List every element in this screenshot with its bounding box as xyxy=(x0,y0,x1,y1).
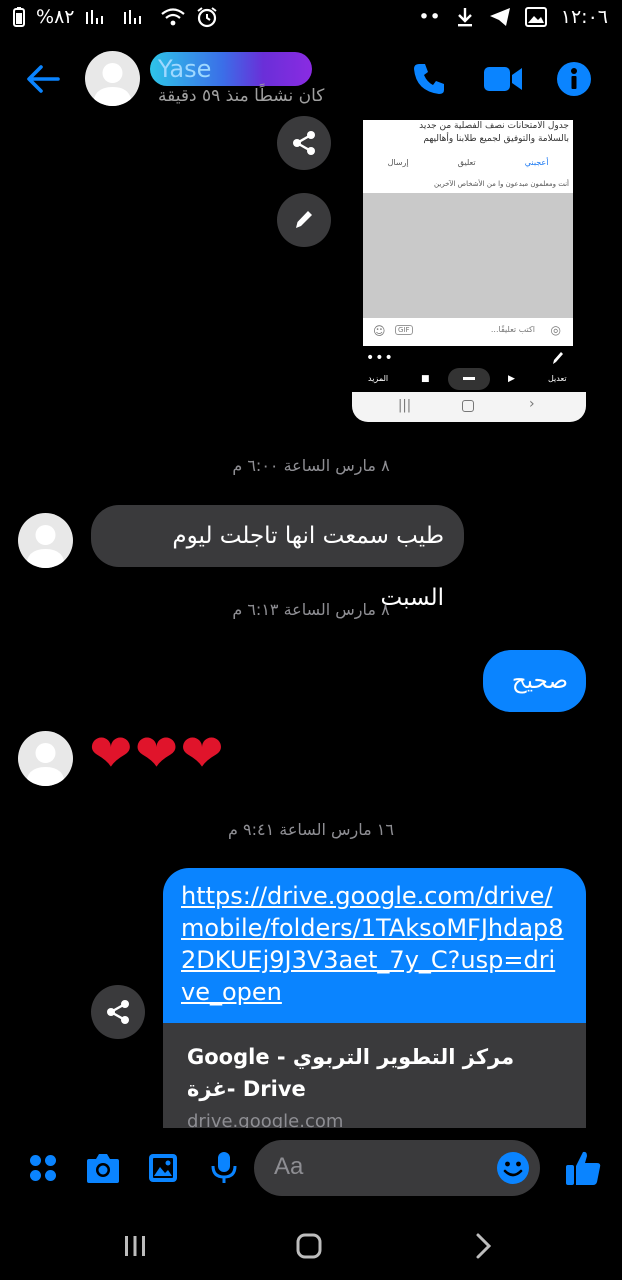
microphone-icon[interactable] xyxy=(210,1150,238,1186)
message-input[interactable]: Aa xyxy=(254,1140,540,1196)
shared-image-actions: أعجبني تعليق إرسال xyxy=(363,158,573,167)
battery-percent: %٨٢ xyxy=(36,6,75,28)
share-icon xyxy=(107,1000,129,1024)
shared-back-icon: › xyxy=(529,396,535,412)
timestamp: ٨ مارس الساعة ٦:١٣ م xyxy=(232,600,390,619)
phone-icon[interactable] xyxy=(410,60,448,98)
like-thumb-icon[interactable] xyxy=(563,1148,603,1188)
contact-avatar[interactable] xyxy=(85,51,140,106)
edit-button[interactable] xyxy=(277,193,331,247)
shared-more-label: المزيد xyxy=(368,374,389,383)
share-link-button[interactable] xyxy=(91,985,145,1039)
sender-avatar[interactable] xyxy=(18,731,73,786)
link-url[interactable]: https://drive.google.com/drive/mobile/fo… xyxy=(181,880,568,1008)
active-status: كان نشطًا منذ ٥٩ دقيقة xyxy=(158,86,325,106)
shared-image-navbar: ||| › xyxy=(352,392,586,422)
apps-icon[interactable] xyxy=(27,1152,59,1184)
shared-image-note: أنت ومعلمون مبدعون وا من الأشخاص الآخرين xyxy=(363,175,573,193)
gallery-icon xyxy=(524,7,547,27)
shared-emoji-icon: ☺ xyxy=(373,324,386,338)
shared-like-label: أعجبني xyxy=(524,158,549,167)
link-url-area[interactable]: https://drive.google.com/drive/mobile/fo… xyxy=(163,868,586,1023)
sender-avatar[interactable] xyxy=(18,513,73,568)
incoming-message[interactable]: طيب سمعت انها تاجلت ليوم السبت xyxy=(91,505,464,611)
shared-camera-icon: ◎ xyxy=(550,323,561,337)
shared-more-icon: ••• xyxy=(366,350,394,366)
shared-home-icon xyxy=(462,400,474,412)
timestamp: ٨ مارس الساعة ٦:٠٠ م xyxy=(232,456,390,475)
shared-comment-placeholder: اكتب تعليقًا... xyxy=(490,325,535,334)
link-preview[interactable]: Google - مركز التطوير التربوي -غزة Drive… xyxy=(163,1023,586,1130)
pencil-icon xyxy=(296,211,312,228)
outgoing-message[interactable]: صحيح xyxy=(483,650,586,712)
shared-pill xyxy=(448,368,490,390)
shared-send-label: إرسال xyxy=(387,158,409,167)
shared-image-blank-area xyxy=(363,193,573,318)
timestamp: ١٦ مارس الساعة ٩:٤١ م xyxy=(228,820,394,839)
battery-icon xyxy=(13,7,25,27)
link-message[interactable]: https://drive.google.com/drive/mobile/fo… xyxy=(163,868,586,1130)
shared-image-comment-box: ☺ GIF اكتب تعليقًا... ◎ xyxy=(363,318,573,346)
status-time: ١٢:٠٦ xyxy=(560,6,608,28)
video-icon[interactable] xyxy=(482,62,524,96)
shared-comment-label: تعليق xyxy=(457,158,476,167)
status-left: %٨٢ xyxy=(12,6,218,28)
shared-edit-label: تعديل xyxy=(548,374,567,383)
shared-gif-label: GIF xyxy=(395,325,413,335)
info-icon[interactable] xyxy=(556,61,592,97)
home-icon[interactable] xyxy=(295,1232,323,1260)
status-right: •• ١٢:٠٦ xyxy=(418,6,608,28)
shared-pen-icon xyxy=(553,352,563,364)
recent-apps-icon[interactable] xyxy=(122,1233,148,1259)
shared-image-text-1: جدول الامتحانات نصف الفصلية من جديد xyxy=(419,121,569,131)
more-dots: •• xyxy=(418,6,441,28)
shared-image-post: جدول الامتحانات نصف الفصلية من جديد بالس… xyxy=(363,120,573,175)
hearts-message[interactable]: ❤❤❤ xyxy=(89,724,226,784)
signal-icon-2 xyxy=(124,10,142,24)
contact-name[interactable]: Yase xyxy=(150,52,312,86)
shared-stop-icon: ■ xyxy=(421,374,430,384)
message-input-placeholder: Aa xyxy=(274,1153,304,1180)
back-nav-icon[interactable] xyxy=(470,1232,496,1260)
shared-recent-icon: ||| xyxy=(398,398,412,413)
alarm-icon xyxy=(197,7,218,28)
camera-icon[interactable] xyxy=(85,1151,121,1185)
back-arrow-icon[interactable] xyxy=(24,60,62,98)
signal-icon xyxy=(86,10,104,24)
shared-play-icon: ▶ xyxy=(508,374,515,384)
emoji-icon[interactable] xyxy=(496,1151,530,1185)
share-button[interactable] xyxy=(277,116,331,170)
gallery-icon[interactable] xyxy=(147,1152,179,1184)
telegram-icon xyxy=(489,8,510,26)
link-preview-title: Google - مركز التطوير التربوي -غزة Drive xyxy=(187,1045,515,1101)
wifi-icon xyxy=(161,8,186,26)
download-icon xyxy=(457,8,472,27)
shared-image-text-2: بالسلامة والتوفيق لجميع طلابنا وأهاليهم xyxy=(423,134,569,144)
status-bar: %٨٢ •• ١٢:٠٦ xyxy=(0,0,622,36)
share-icon xyxy=(293,131,315,155)
